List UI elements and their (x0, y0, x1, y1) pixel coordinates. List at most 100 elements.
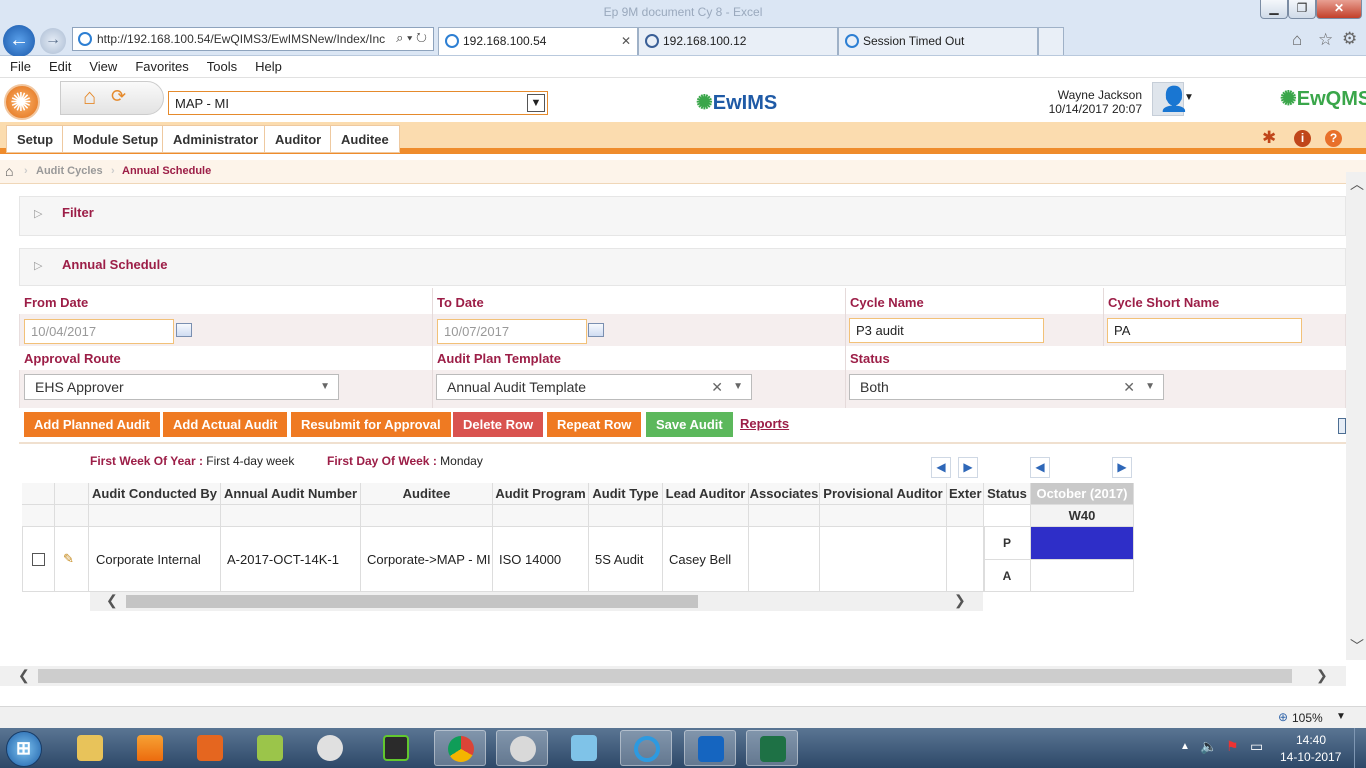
cycle-name-field[interactable]: P3 audit (849, 318, 1044, 343)
favorites-star-icon[interactable]: ☆ (1318, 30, 1333, 50)
col-associates[interactable]: Associates (749, 483, 820, 505)
close-tab-icon[interactable]: ✕ (621, 28, 631, 54)
taskbar-app[interactable] (558, 730, 610, 766)
scroll-thumb[interactable] (126, 595, 698, 608)
help-icon[interactable]: ? (1325, 130, 1342, 147)
scroll-left-icon[interactable]: ❮ (106, 592, 118, 609)
expand-arrow-icon[interactable]: ▷ (34, 259, 42, 272)
taskbar-excel[interactable] (746, 730, 798, 766)
edit-pencil-icon[interactable]: ✎ (63, 551, 74, 567)
page-scroll-thumb[interactable] (38, 669, 1292, 683)
col-exter[interactable]: Exter (947, 483, 984, 505)
zoom-icon[interactable]: ⊕ (1278, 710, 1288, 724)
show-desktop-button[interactable] (1354, 728, 1366, 768)
tab-session-timed-out[interactable]: Session Timed Out (838, 27, 1038, 55)
menu-edit[interactable]: Edit (39, 56, 79, 74)
export-excel-icon[interactable] (1338, 418, 1346, 434)
approval-route-select[interactable]: EHS Approver ▼ (24, 374, 339, 400)
nav-auditee[interactable]: Auditee (330, 125, 400, 153)
status-select[interactable]: Both ✕ ▼ (849, 374, 1164, 400)
col-lead-auditor[interactable]: Lead Auditor (663, 483, 749, 505)
next-week-icon[interactable]: ▶ (1112, 457, 1132, 478)
calendar-icon[interactable] (176, 323, 192, 337)
chevron-down-icon[interactable]: ▼ (1145, 375, 1155, 399)
taskbar-paint[interactable] (304, 730, 356, 766)
calendar-icon[interactable] (588, 323, 604, 337)
taskbar-media[interactable] (184, 730, 236, 766)
info-icon[interactable]: i (1294, 130, 1311, 147)
col-annual-audit-number[interactable]: Annual Audit Number (221, 483, 361, 505)
start-button[interactable]: ⊞ (6, 731, 42, 767)
address-bar[interactable]: http://192.168.100.54/EwQIMS3/EwIMSNew/I… (72, 27, 434, 51)
minimize-button[interactable]: ▁ (1260, 0, 1288, 19)
forward-icon[interactable]: → (40, 28, 66, 54)
nav-setup[interactable]: Setup (6, 125, 65, 153)
from-date-field[interactable]: 10/04/2017 (24, 319, 174, 344)
avatar-icon[interactable]: 👤 (1152, 82, 1189, 116)
save-audit-button[interactable]: Save Audit (646, 412, 733, 437)
clear-icon[interactable]: ✕ (711, 375, 723, 399)
planned-week-cell[interactable] (1031, 527, 1134, 560)
grid-horizontal-scrollbar[interactable]: ❮ ❯ (90, 592, 983, 611)
row-checkbox[interactable] (32, 553, 45, 566)
zoom-level[interactable]: 105% (1292, 711, 1323, 725)
col-audit-conducted-by[interactable]: Audit Conducted By (89, 483, 221, 505)
zoom-dropdown-icon[interactable]: ▼ (1336, 711, 1346, 722)
col-audit-program[interactable]: Audit Program (493, 483, 589, 505)
taskbar-greenshot[interactable] (370, 730, 422, 766)
home-icon[interactable]: ⌂ (83, 84, 96, 110)
col-status[interactable]: Status (984, 483, 1031, 505)
audit-plan-template-select[interactable]: Annual Audit Template ✕ ▼ (436, 374, 752, 400)
menu-file[interactable]: File (0, 56, 39, 74)
refresh-icon[interactable]: ⟳ (111, 86, 126, 107)
col-provisional-auditor[interactable]: Provisional Auditor (820, 483, 947, 505)
next-page-icon[interactable]: ▶ (958, 457, 978, 478)
page-vertical-scrollbar[interactable]: ︿ ﹀ (1346, 172, 1366, 660)
taskbar-outlook[interactable] (684, 730, 736, 766)
clock-time[interactable]: 14:40 (1296, 733, 1326, 747)
actual-week-cell[interactable] (1031, 560, 1134, 592)
chevron-down-icon[interactable]: ▼ (733, 375, 743, 399)
app-menu-logo-icon[interactable]: ✺ (4, 84, 40, 120)
user-menu-caret-icon[interactable]: ▼ (1184, 92, 1194, 103)
scroll-down-icon[interactable]: ﹀ (1350, 636, 1364, 656)
search-refresh-icons[interactable]: ⌕ ▾ ↻ (396, 30, 427, 46)
add-planned-audit-button[interactable]: Add Planned Audit (24, 412, 160, 437)
col-auditee[interactable]: Auditee (361, 483, 493, 505)
scroll-right-icon[interactable]: ❯ (954, 592, 966, 609)
close-window-button[interactable]: ✕ (1316, 0, 1362, 19)
nav-administrator[interactable]: Administrator (162, 125, 270, 153)
filter-panel[interactable]: ▷ Filter (19, 196, 1346, 236)
expand-arrow-icon[interactable]: ▷ (34, 207, 42, 220)
tab-192-168-100-12[interactable]: 192.168.100.12 (638, 27, 838, 55)
annual-schedule-panel[interactable]: ▷ Annual Schedule (19, 248, 1346, 286)
menu-favorites[interactable]: Favorites (125, 56, 196, 74)
repeat-row-button[interactable]: Repeat Row (547, 412, 642, 437)
taskbar-sticky[interactable] (244, 730, 296, 766)
nav-module-setup[interactable]: Module Setup (62, 125, 170, 153)
tray-arrow-icon[interactable]: ▲ (1180, 741, 1190, 752)
menu-tools[interactable]: Tools (197, 56, 245, 74)
chevron-down-icon[interactable]: ▼ (527, 94, 545, 112)
taskbar-vlc[interactable] (124, 730, 176, 766)
menu-view[interactable]: View (79, 56, 125, 74)
volume-icon[interactable]: 🔈 (1200, 738, 1217, 755)
breadcrumb-home-icon[interactable]: ⌂ (5, 163, 13, 179)
taskbar-chrome[interactable] (434, 730, 486, 766)
resubmit-for-approval-button[interactable]: Resubmit for Approval (291, 412, 451, 437)
action-center-icon[interactable]: ⚑ (1226, 738, 1239, 755)
scroll-up-icon[interactable]: ︿ (1350, 174, 1364, 194)
network-icon[interactable]: ▭ (1250, 738, 1263, 755)
page-horizontal-scrollbar[interactable]: ❮ ❯ (0, 666, 1346, 686)
clock-date[interactable]: 14-10-2017 (1280, 750, 1341, 764)
to-date-field[interactable]: 10/07/2017 (437, 319, 587, 344)
taskbar-explorer[interactable] (64, 730, 116, 766)
taskbar-ie[interactable] (620, 730, 672, 766)
reports-link[interactable]: Reports (740, 416, 789, 431)
chevron-down-icon[interactable]: ▼ (320, 375, 330, 399)
site-select[interactable]: MAP - MI ▼ (168, 91, 548, 115)
back-icon[interactable]: ← (3, 25, 35, 57)
add-actual-audit-button[interactable]: Add Actual Audit (163, 412, 288, 437)
maximize-button[interactable]: ❐ (1288, 0, 1316, 19)
settings-gear-icon[interactable]: ⚙ (1342, 29, 1357, 49)
